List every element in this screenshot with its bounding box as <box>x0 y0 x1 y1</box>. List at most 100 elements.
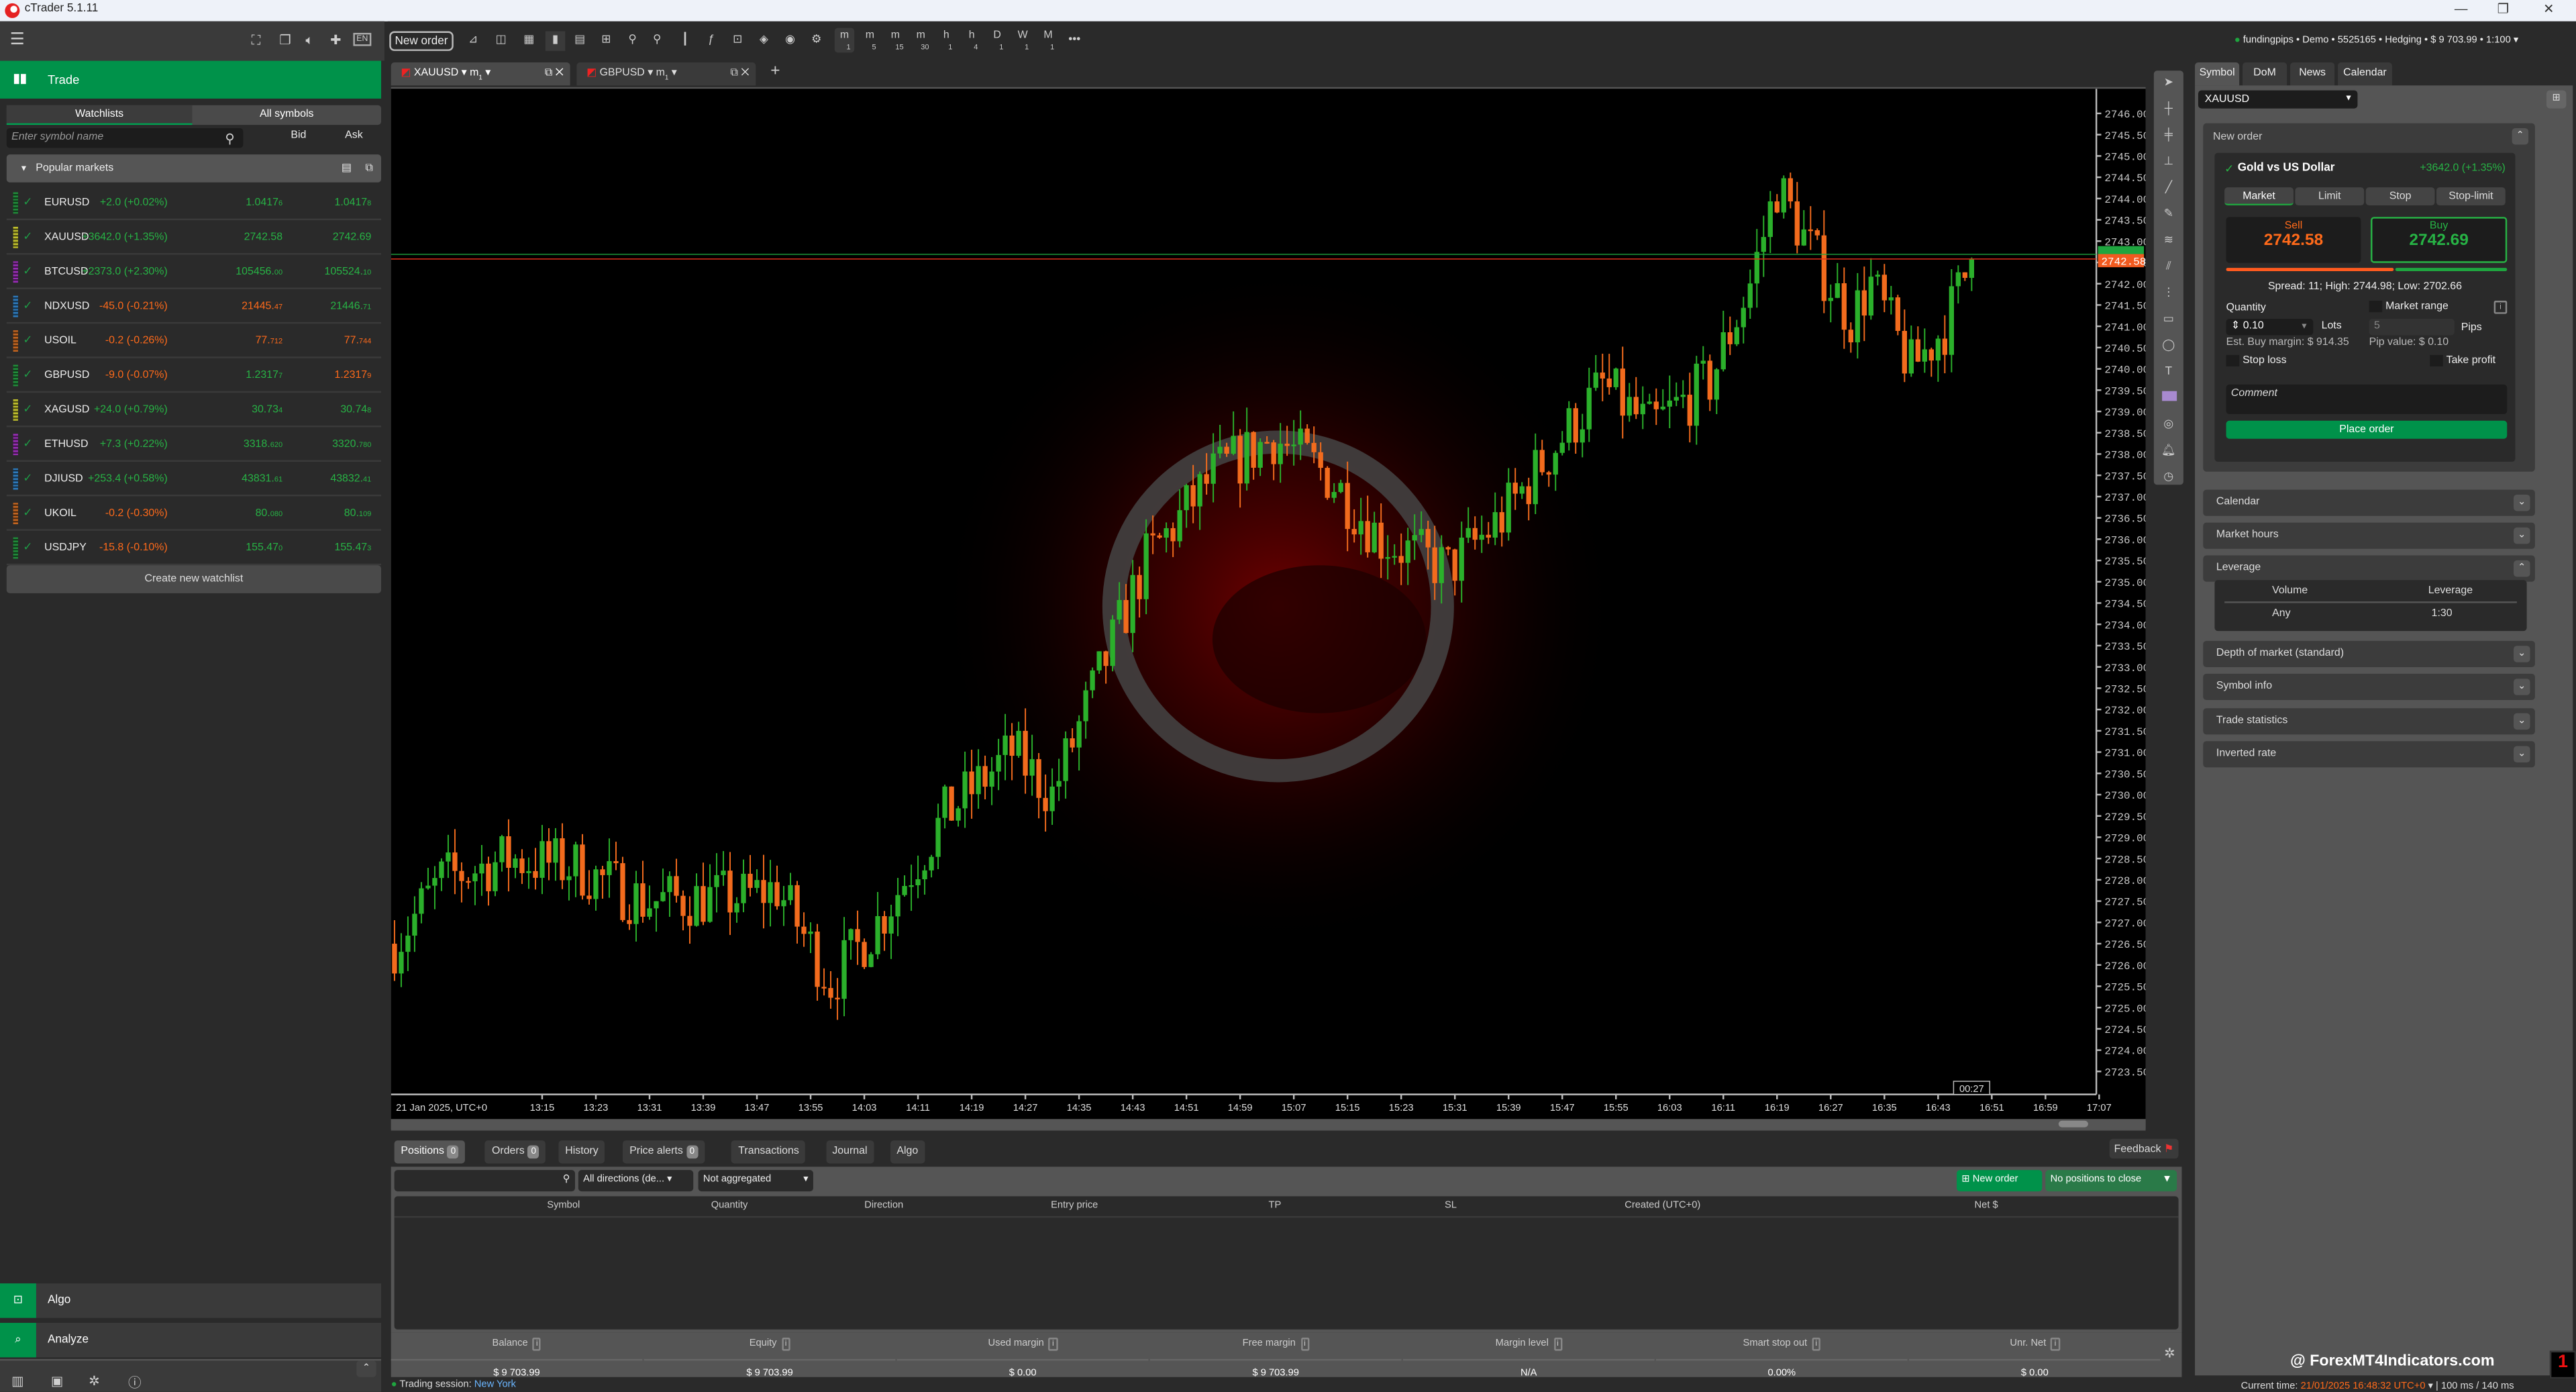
timeframe-m15[interactable]: m 15 <box>886 28 905 53</box>
column-header[interactable]: Net $ <box>1920 1201 2052 1211</box>
close-tab-icon[interactable]: ⧉ ✕ <box>545 62 564 85</box>
info-icon[interactable]: i <box>2493 301 2508 314</box>
indicators-icon[interactable]: ƒ <box>701 32 721 51</box>
new-order-button[interactable]: New order <box>389 31 454 51</box>
info-icon[interactable]: i <box>781 1337 790 1351</box>
tab-watchlists[interactable]: Watchlists <box>6 105 193 126</box>
positions-search-input[interactable]: ⚲ <box>394 1170 575 1192</box>
algo-robot-icon[interactable]: ⊡ <box>728 32 748 51</box>
column-header[interactable]: TP <box>1209 1201 1341 1211</box>
help-icon[interactable]: ⓘ <box>128 1374 142 1392</box>
zoom-out-icon[interactable]: ⚲ <box>623 32 642 51</box>
chart-tab-xauusd[interactable]: ◩ XAUUSD ▾ m1 ▾ ⧉ ✕ <box>391 62 570 86</box>
tab-calendar[interactable]: Calendar <box>2338 62 2392 86</box>
sound-icon[interactable]: 🔈︎ <box>305 33 313 49</box>
quantity-stepper[interactable]: ⇕ 0.10 ▼ <box>2226 318 2314 336</box>
watchlist-row-gbpusd[interactable]: ✓ GBPUSD -9.0 (-0.07%) 1.23177 1.23179 <box>6 358 382 393</box>
layout-icon[interactable]: ◫ <box>491 32 511 51</box>
chart-scrollbar[interactable] <box>391 1119 2146 1130</box>
stop-loss-checkbox[interactable] <box>2226 354 2240 366</box>
layers-icon[interactable]: ◈ <box>754 32 774 51</box>
chevron-up-icon[interactable]: ⌃ <box>2514 560 2530 577</box>
info-icon[interactable]: i <box>532 1337 542 1351</box>
chevron-down-icon[interactable]: ⌄ <box>2514 713 2530 730</box>
popout-icon[interactable]: ⧉ <box>365 154 372 183</box>
timeframe-m1[interactable]: m1 <box>834 28 855 53</box>
chevron-down-icon[interactable]: ⌄ <box>2514 679 2530 695</box>
take-profit-checkbox[interactable] <box>2430 354 2443 366</box>
place-order-button[interactable]: Place order <box>2226 420 2508 439</box>
close-tab-icon[interactable]: ⧉ ✕ <box>731 62 750 85</box>
add-tab-icon[interactable]: + <box>770 62 780 81</box>
chart-tab-timeframe[interactable]: m <box>656 67 665 79</box>
info-icon[interactable]: i <box>1553 1337 1562 1351</box>
timeframe-m5[interactable]: m5 <box>860 28 880 53</box>
buy-button[interactable]: Buy 2742.69 <box>2371 217 2508 263</box>
maximize-button[interactable]: ❐ <box>2497 1 2510 16</box>
color-swatch-icon[interactable] <box>2154 386 2183 412</box>
section-calendar[interactable]: Calendar ⌄ <box>2203 489 2535 516</box>
section-symbol-info[interactable]: Symbol info ⌄ <box>2203 673 2535 701</box>
replay-icon[interactable]: ◷ <box>2154 465 2183 491</box>
more-icon[interactable]: ••• <box>1063 32 1086 51</box>
info-icon[interactable]: i <box>1300 1337 1309 1351</box>
search-icon[interactable]: ⚲ <box>225 132 234 146</box>
pitchfork-icon[interactable]: ⫽ <box>2154 255 2183 281</box>
section-depth-of-market-standard[interactable]: Depth of market (standard) ⌄ <box>2203 640 2535 668</box>
tab-dom[interactable]: DoM <box>2243 62 2287 86</box>
timeframe-D1[interactable]: D1 <box>987 28 1007 53</box>
ruler-icon[interactable]: ⊥ <box>2154 150 2183 176</box>
section-market-hours[interactable]: Market hours ⌄ <box>2203 522 2535 549</box>
timeframe-M1[interactable]: M1 <box>1038 28 1058 53</box>
timezone[interactable]: UTC+0 <box>2394 1382 2426 1392</box>
rectangle-icon[interactable]: ▭ <box>2154 307 2183 334</box>
info-icon[interactable]: i <box>2051 1337 2060 1351</box>
tab-positions[interactable]: Positions 0 <box>394 1140 466 1164</box>
order-type-limit[interactable]: Limit <box>2295 187 2365 206</box>
chart-settings-icon[interactable]: ⚙ <box>807 32 826 51</box>
watchlist-row-ndxusd[interactable]: ✓ NDXUSD -45.0 (-0.21%) 21445.47 21446.71 <box>6 289 382 324</box>
comment-input[interactable]: Comment <box>2226 384 2508 414</box>
camera-icon[interactable]: ◎ <box>2154 413 2183 439</box>
aggregation-filter[interactable]: Not aggregated ▾ <box>698 1170 813 1192</box>
watchlist-row-djiusd[interactable]: ✓ DJIUSD +253.4 (+0.58%) 43831.61 43832.41 <box>6 462 382 497</box>
tab-news[interactable]: News <box>2290 62 2335 86</box>
column-header[interactable]: Created (UTC+0) <box>1597 1201 1729 1211</box>
chevron-down-icon[interactable]: ⌄ <box>2514 646 2530 662</box>
watchlist-row-ukoil[interactable]: ✓ UKOIL -0.2 (-0.30%) 80.080 80.109 <box>6 496 382 531</box>
analyze-nav[interactable]: ⌕ Analyze <box>0 1322 382 1358</box>
market-range-checkbox[interactable] <box>2369 301 2383 313</box>
watchlist-row-btcusd[interactable]: ✓ BTCUSD +2373.0 (+2.30%) 105456.00 105524.1… <box>6 255 382 289</box>
symbol-search-input[interactable]: Enter symbol name <box>6 128 244 148</box>
deposit-icon[interactable]: ▥ <box>11 1374 24 1389</box>
column-header[interactable]: Entry price <box>1009 1201 1140 1211</box>
chevron-down-icon[interactable]: ⌄ <box>2514 746 2530 763</box>
create-watchlist-button[interactable]: Create new watchlist <box>6 565 382 593</box>
fibonacci-icon[interactable]: ≋ <box>2154 228 2183 254</box>
section-inverted-rate[interactable]: Inverted rate ⌄ <box>2203 741 2535 768</box>
symbol-select[interactable]: XAUUSD ▼ <box>2198 90 2358 109</box>
watchlist-row-ethusd[interactable]: ✓ ETHUSD +7.3 (+0.22%) 3318.620 3320.780 <box>6 428 382 462</box>
order-type-stop-limit[interactable]: Stop-limit <box>2436 187 2506 206</box>
watchlist-row-xagusd[interactable]: ✓ XAGUSD +24.0 (+0.79%) 30.734 30.748 <box>6 393 382 428</box>
settings-icon[interactable]: ✲ <box>89 1374 99 1389</box>
minimize-button[interactable]: — <box>2455 1 2468 16</box>
watchlist-row-usdjpy[interactable]: ✓ USDJPY -15.8 (-0.10%) 155.470 155.473 <box>6 531 382 566</box>
new-order-button-bottom[interactable]: ⊞ New order <box>1957 1170 2043 1192</box>
price-chart[interactable]: 2746.00 2745.50 2745.00 2744.50 2744.00 2743.… <box>391 89 2146 1120</box>
add-chart-icon[interactable]: ⊞ <box>2546 90 2567 109</box>
sell-button[interactable]: Sell 2742.58 <box>2226 217 2361 263</box>
chart-tab-timeframe[interactable]: m <box>470 67 478 79</box>
layout-icon[interactable]: ▤ <box>342 154 352 183</box>
single-chart-icon[interactable]: ▮ <box>545 31 566 51</box>
fib-levels-icon[interactable]: ⋮ <box>2154 281 2183 307</box>
feedback-button[interactable]: Feedback ⚑ <box>2109 1138 2179 1159</box>
column-header[interactable]: SL <box>1385 1201 1516 1211</box>
section-trade-statistics[interactable]: Trade statistics ⌄ <box>2203 708 2535 735</box>
hamburger-menu-icon[interactable]: ☰ <box>10 32 25 50</box>
tab-journal[interactable]: Journal <box>825 1140 874 1164</box>
popular-markets-group[interactable]: ▼ Popular markets ▤ ⧉ <box>6 154 382 183</box>
order-type-stop[interactable]: Stop <box>2365 187 2435 206</box>
watchlist-row-eurusd[interactable]: ✓ EURUSD +2.0 (+0.02%) 1.04176 1.04178 <box>6 186 382 221</box>
trendline-icon[interactable]: ╱ <box>2154 176 2183 202</box>
